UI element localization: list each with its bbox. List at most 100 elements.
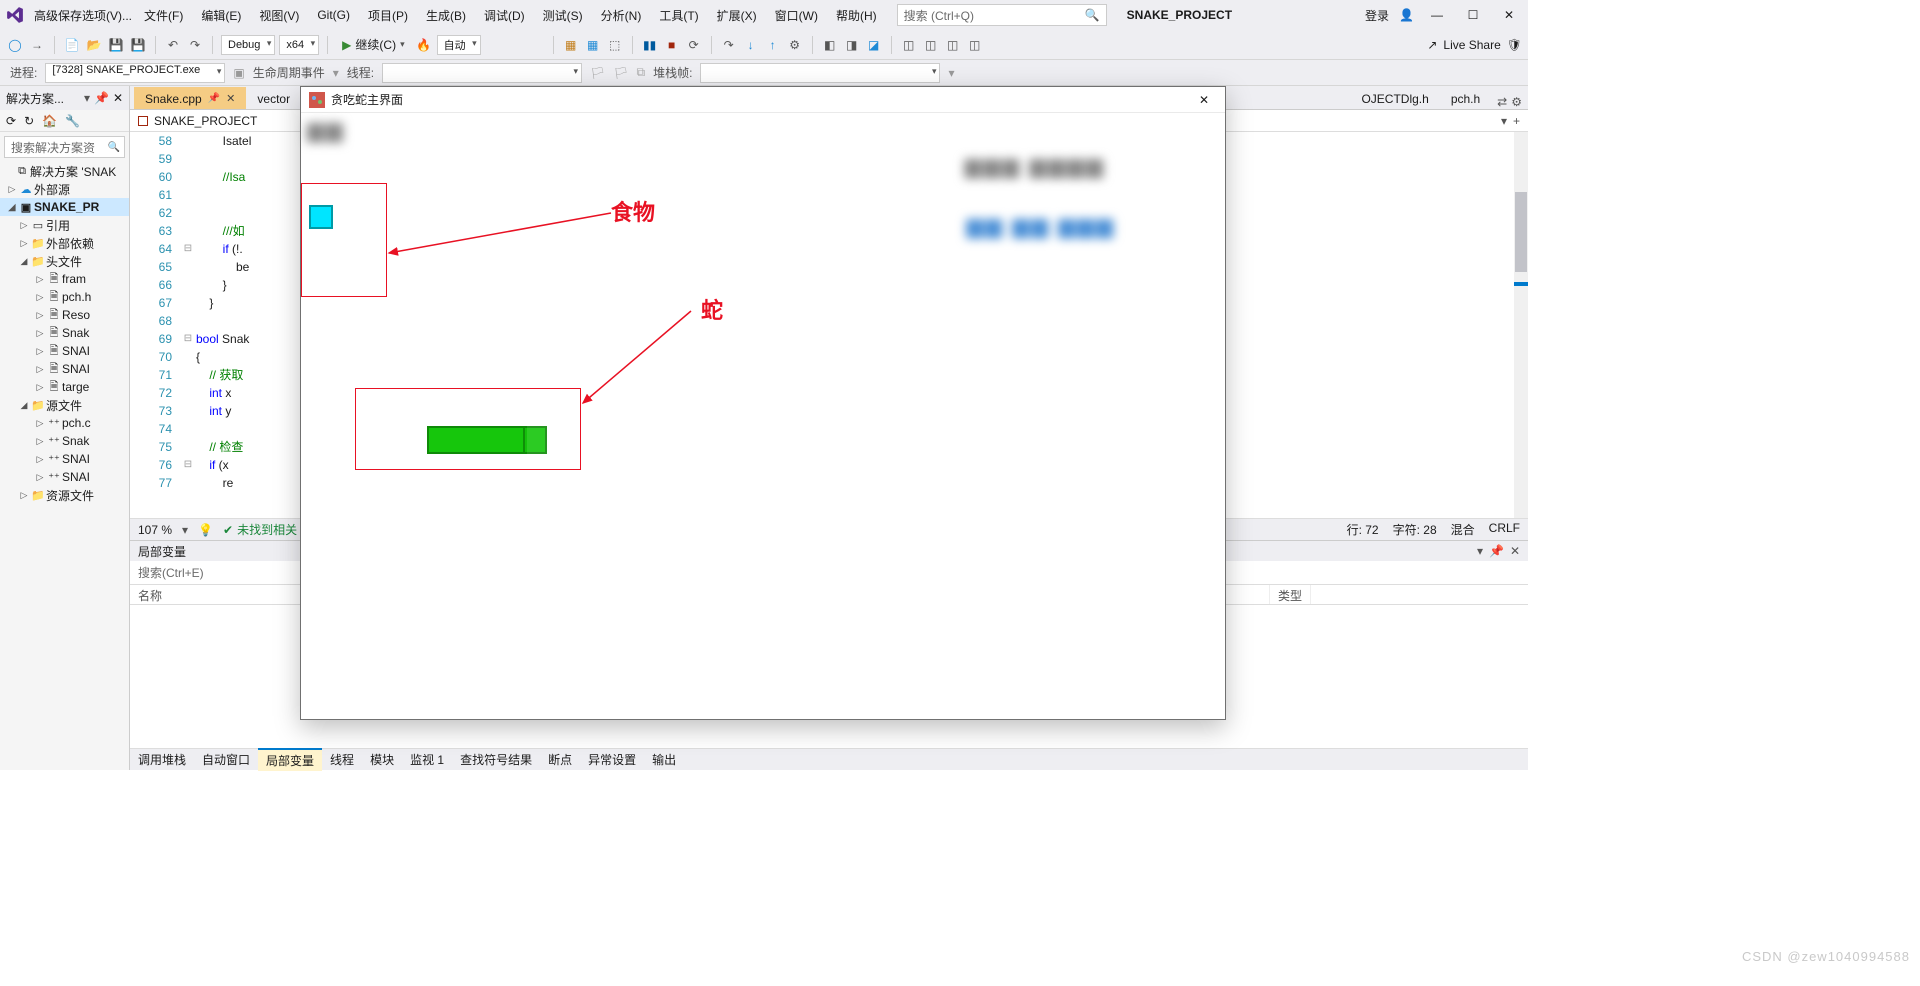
tool-icon-12[interactable]: ◫	[922, 36, 940, 54]
platform-dropdown[interactable]: x64	[279, 35, 319, 55]
login-person-icon[interactable]: 👤	[1399, 8, 1414, 22]
tree-s-snak[interactable]: Snak	[62, 434, 89, 448]
zoom-level[interactable]: 107 %	[138, 523, 172, 537]
tree-h-snai2[interactable]: SNAI	[62, 362, 90, 376]
menu-build[interactable]: 生成(B)	[418, 3, 474, 28]
tool-icon-7[interactable]: ⚙	[786, 36, 804, 54]
nav-fwd-icon[interactable]: →	[28, 36, 46, 54]
solution-search-input[interactable]: 搜索解决方案资	[4, 136, 125, 158]
tabs-menu-icon[interactable]: ⇄	[1497, 95, 1507, 109]
tab-vector[interactable]: vector	[246, 87, 301, 109]
tool-icon-8[interactable]: ◧	[821, 36, 839, 54]
menu-window[interactable]: 窗口(W)	[767, 3, 826, 28]
wrench-icon[interactable]: 🔧	[65, 114, 80, 128]
thread-dropdown[interactable]	[382, 63, 582, 83]
bottab-locals[interactable]: 局部变量	[258, 748, 322, 771]
status-crlf[interactable]: CRLF	[1489, 521, 1520, 538]
maximize-button[interactable]: ☐	[1460, 5, 1486, 25]
crumb-split-icon[interactable]: +	[1513, 114, 1520, 128]
pause-icon[interactable]: ▮▮	[641, 36, 659, 54]
redo-icon[interactable]: ↷	[186, 36, 204, 54]
save-icon[interactable]: 💾	[107, 36, 125, 54]
menu-analyze[interactable]: 分析(N)	[593, 3, 650, 28]
menu-view[interactable]: 视图(V)	[251, 3, 307, 28]
lifecycle-icon[interactable]: ▣	[233, 66, 244, 80]
live-share-label[interactable]: Live Share	[1443, 38, 1500, 52]
step-out-icon[interactable]: ↑	[764, 36, 782, 54]
new-icon[interactable]: 📄	[63, 36, 81, 54]
home2-icon[interactable]: 🏠	[42, 114, 57, 128]
pin-icon[interactable]: 📌	[94, 91, 109, 105]
bottab-threads[interactable]: 线程	[322, 749, 362, 770]
tree-solution[interactable]: 解决方案 'SNAK	[30, 163, 116, 180]
tree-project[interactable]: SNAKE_PR	[34, 200, 99, 214]
tree-h-snak[interactable]: Snak	[62, 326, 89, 340]
bottab-autos[interactable]: 自动窗口	[194, 749, 258, 770]
tree-refs[interactable]: 引用	[46, 217, 70, 234]
game-canvas[interactable]: ▆▆ ▆▆▆ ▆▆▆▆ ▆▆ ▆▆ ▆▆▆ 食物 蛇	[301, 113, 1225, 719]
bottab-modules[interactable]: 模块	[362, 749, 402, 770]
tool-icon-2[interactable]: ▦	[584, 36, 602, 54]
admin-icon[interactable]: 🛡	[1507, 38, 1522, 52]
menu-project[interactable]: 项目(P)	[360, 3, 416, 28]
game-close-button[interactable]: ✕	[1191, 90, 1217, 110]
tree-headers[interactable]: 头文件	[46, 253, 82, 270]
minimize-button[interactable]: —	[1424, 5, 1450, 25]
dropdown-icon[interactable]: ▾	[84, 91, 90, 105]
bottab-exceptions[interactable]: 异常设置	[580, 749, 644, 770]
close-button[interactable]: ✕	[1496, 5, 1522, 25]
live-share-icon[interactable]: ↗	[1427, 38, 1437, 52]
menu-test[interactable]: 测试(S)	[535, 3, 591, 28]
panel-pin-icon[interactable]: 📌	[1489, 544, 1504, 558]
menu-help[interactable]: 帮助(H)	[828, 3, 885, 28]
tree-sources[interactable]: 源文件	[46, 397, 82, 414]
thread-icon[interactable]: ⧉	[637, 65, 646, 80]
save-all-icon[interactable]: 💾	[129, 36, 147, 54]
tab-pch[interactable]: pch.h	[1440, 87, 1491, 109]
tree-extdep[interactable]: 外部依赖	[46, 235, 94, 252]
menu-debug[interactable]: 调试(D)	[476, 3, 533, 28]
undo-icon[interactable]: ↶	[164, 36, 182, 54]
auto-dropdown[interactable]: 自动	[437, 35, 481, 55]
stackframe-dropdown[interactable]	[700, 63, 940, 83]
tool-icon-1[interactable]: ▦	[562, 36, 580, 54]
step-into-icon[interactable]: ↓	[742, 36, 760, 54]
advanced-save-options[interactable]: 高级保存选项(V)...	[34, 7, 132, 24]
tool-icon-11[interactable]: ◫	[900, 36, 918, 54]
tool-icon-13[interactable]: ◫	[944, 36, 962, 54]
tree-h-snai1[interactable]: SNAI	[62, 344, 90, 358]
config-dropdown[interactable]: Debug	[221, 35, 275, 55]
global-search-input[interactable]: 搜索 (Ctrl+Q) 🔍	[897, 4, 1107, 26]
bottab-findsym[interactable]: 查找符号结果	[452, 749, 540, 770]
tree-h-pch[interactable]: pch.h	[62, 290, 91, 304]
login-link[interactable]: 登录	[1365, 7, 1389, 24]
tree-s-pch[interactable]: pch.c	[62, 416, 91, 430]
stop-icon[interactable]: ■	[663, 36, 681, 54]
continue-button[interactable]: ▶ 继续(C) ▾	[336, 36, 410, 53]
restart-icon[interactable]: ⟳	[685, 36, 703, 54]
lightbulb-icon[interactable]: 💡	[198, 523, 213, 537]
tabs-gear-icon[interactable]: ⚙	[1511, 95, 1522, 109]
menu-git[interactable]: Git(G)	[309, 4, 358, 26]
bottab-breakpoints[interactable]: 断点	[540, 749, 580, 770]
status-mixed[interactable]: 混合	[1451, 521, 1475, 538]
snake-game-window[interactable]: 贪吃蛇主界面 ✕ ▆▆ ▆▆▆ ▆▆▆▆ ▆▆ ▆▆ ▆▆▆ 食物 蛇	[300, 86, 1226, 720]
menu-tools[interactable]: 工具(T)	[651, 3, 706, 28]
panel-close-icon[interactable]: ✕	[1510, 544, 1520, 558]
refresh-icon[interactable]: ↻	[24, 114, 34, 128]
tool-icon-10[interactable]: ◪	[865, 36, 883, 54]
menu-edit[interactable]: 编辑(E)	[193, 3, 249, 28]
tab-snake-cpp[interactable]: Snake.cpp 📌 ✕	[134, 87, 246, 109]
panel-dropdown-icon[interactable]: ▾	[1477, 544, 1483, 558]
tree-s-snai1[interactable]: SNAI	[62, 452, 90, 466]
tree-h-fram[interactable]: fram	[62, 272, 86, 286]
menu-ext[interactable]: 扩展(X)	[709, 3, 765, 28]
home-icon[interactable]: ⟳	[6, 114, 16, 128]
tree-s-snai2[interactable]: SNAI	[62, 470, 90, 484]
tree-h-targe[interactable]: targe	[62, 380, 89, 394]
open-icon[interactable]: 📂	[85, 36, 103, 54]
crumb-dropdown-icon[interactable]: ▾	[1501, 114, 1507, 128]
hot-reload-icon[interactable]: 🔥	[415, 36, 433, 54]
pin-icon[interactable]: 📌	[208, 93, 220, 104]
tool-icon-14[interactable]: ◫	[966, 36, 984, 54]
